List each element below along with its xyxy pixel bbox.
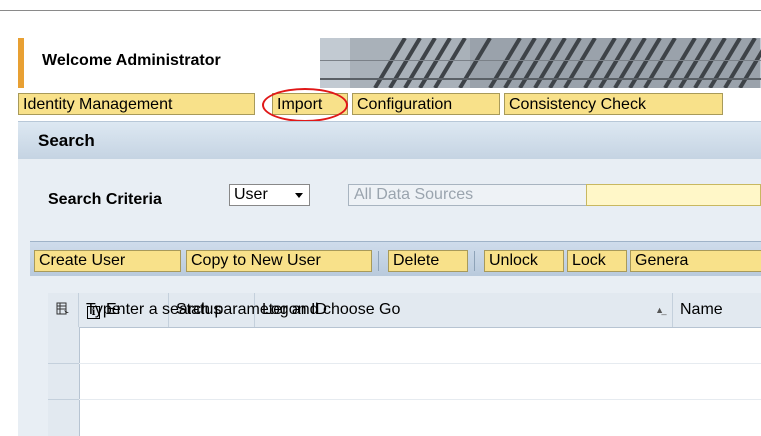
section-header: Search: [18, 121, 761, 160]
page-title: Welcome Administrator: [42, 52, 221, 69]
table-settings-icon[interactable]: [48, 293, 79, 327]
tab-consistency-check[interactable]: Consistency Check: [504, 93, 723, 115]
row-selector[interactable]: [48, 363, 79, 400]
empty-message-text: Enter a search parameter and choose Go: [106, 301, 401, 318]
title-box: Welcome Administrator: [24, 38, 320, 88]
lock-button[interactable]: Lock: [567, 250, 627, 272]
tab-configuration[interactable]: Configuration: [352, 93, 500, 115]
generate-button[interactable]: Genera: [630, 250, 761, 272]
results-table: Type Status Logon ID ▲̲ Name i Enter a se…: [48, 293, 761, 436]
object-type-value: User: [234, 186, 268, 203]
datasource-field[interactable]: All Data Sources: [348, 184, 592, 206]
copy-to-new-user-button[interactable]: Copy to New User: [186, 250, 372, 272]
toolbar-separator: [378, 251, 379, 271]
create-user-button[interactable]: Create User: [34, 250, 181, 272]
unlock-button[interactable]: Unlock: [484, 250, 564, 272]
sort-icon[interactable]: ▲̲: [655, 293, 664, 327]
chevron-down-icon: [295, 193, 303, 198]
search-criteria-label: Search Criteria: [48, 191, 162, 208]
page-header: Welcome Administrator: [18, 38, 761, 88]
header-banner-image: [320, 38, 761, 88]
info-icon: i: [87, 306, 100, 319]
tab-import[interactable]: Import: [272, 93, 348, 115]
column-name[interactable]: Name: [673, 293, 761, 327]
section-title: Search: [38, 131, 95, 150]
row-selector-column: [48, 327, 80, 436]
tab-identity-management[interactable]: Identity Management: [18, 93, 255, 115]
top-divider: [0, 10, 761, 11]
delete-button[interactable]: Delete: [388, 250, 468, 272]
user-toolbar: Create User Copy to New User Delete Unlo…: [30, 241, 761, 276]
toolbar-separator: [474, 251, 475, 271]
empty-table-message: i Enter a search parameter and choose Go: [87, 301, 400, 319]
row-divider: [79, 363, 761, 364]
search-input[interactable]: [586, 184, 761, 206]
object-type-select[interactable]: User: [229, 184, 310, 206]
row-divider: [79, 399, 761, 400]
row-selector[interactable]: [48, 327, 79, 364]
search-panel: Search Criteria User All Data Sources Cr…: [18, 159, 761, 436]
row-selector[interactable]: [48, 399, 79, 435]
